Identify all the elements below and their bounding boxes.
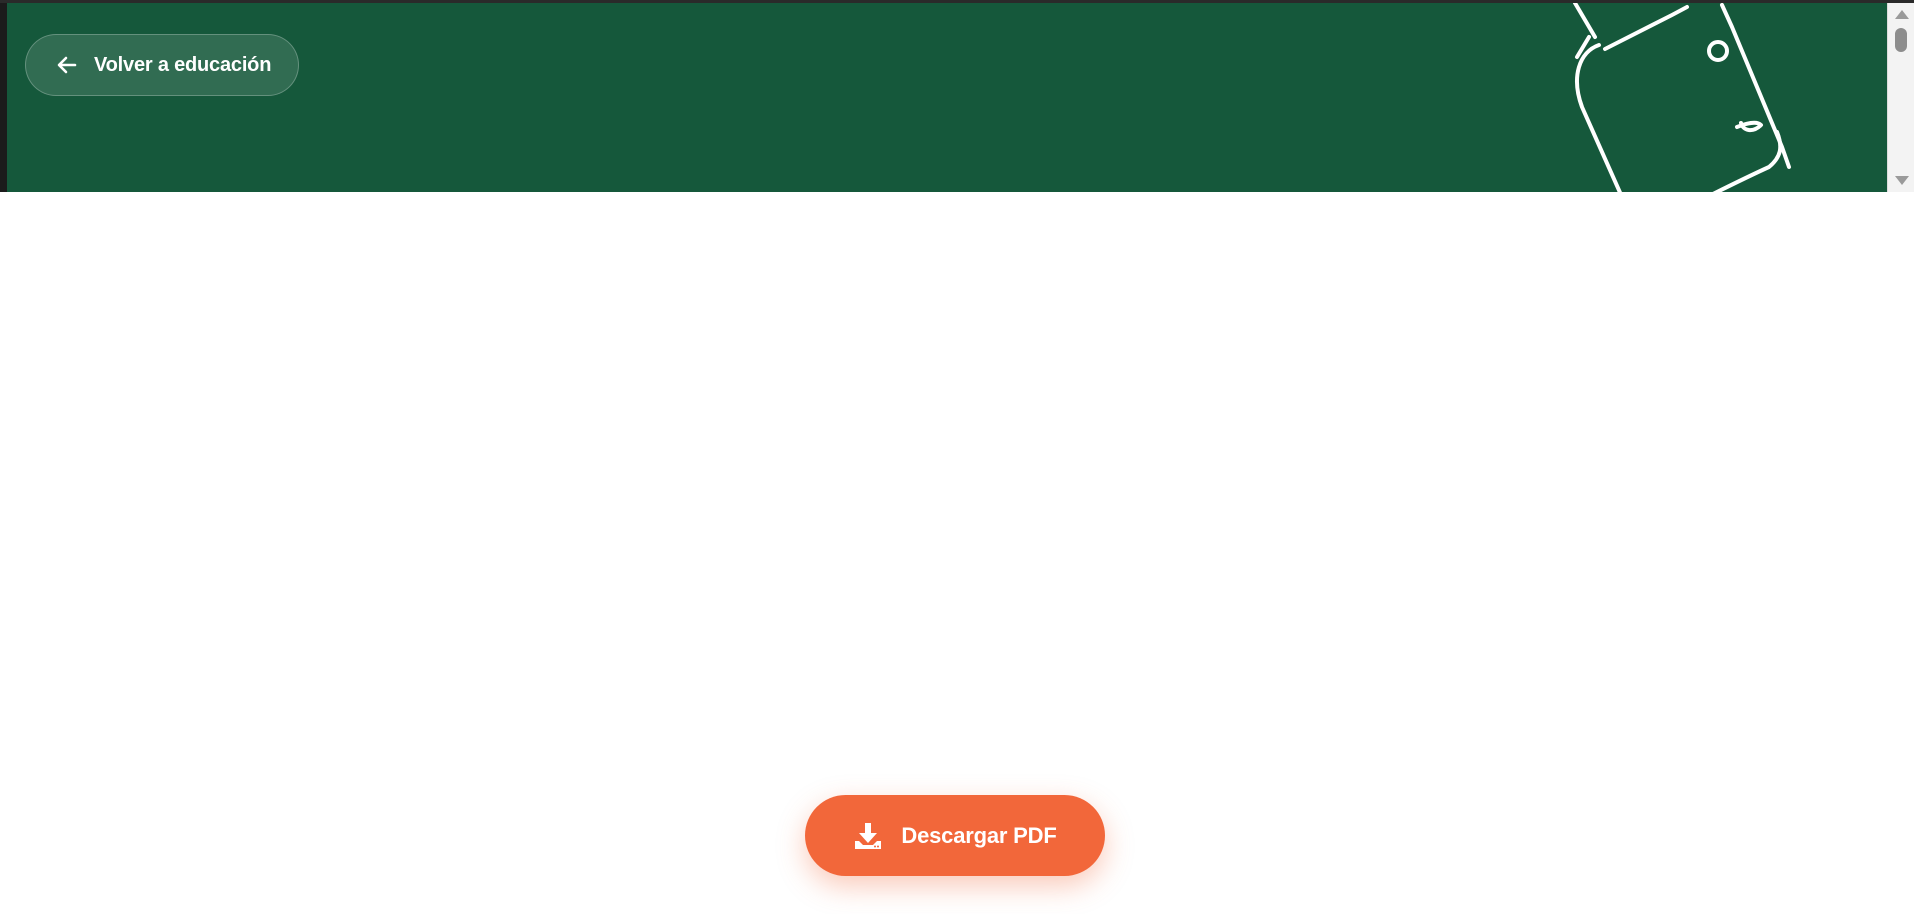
- page: Volver a educación Descargar PDF: [0, 0, 1914, 914]
- embedded-frame: Volver a educación: [0, 0, 1914, 192]
- frame-scrollbar[interactable]: [1887, 3, 1914, 192]
- back-to-education-button[interactable]: Volver a educación: [25, 34, 299, 96]
- back-button-label: Volver a educación: [94, 53, 272, 76]
- download-pdf-button[interactable]: Descargar PDF: [805, 795, 1105, 876]
- chalk-doodle-illustration: [1573, 3, 1791, 192]
- download-button-label: Descargar PDF: [901, 822, 1057, 848]
- header-banner: Volver a educación: [7, 3, 1887, 192]
- scroll-down-arrow-icon[interactable]: [1895, 176, 1909, 185]
- scroll-up-arrow-icon[interactable]: [1895, 10, 1909, 19]
- download-icon: [853, 821, 883, 851]
- scroll-thumb[interactable]: [1895, 28, 1907, 52]
- arrow-left-icon: [56, 54, 78, 76]
